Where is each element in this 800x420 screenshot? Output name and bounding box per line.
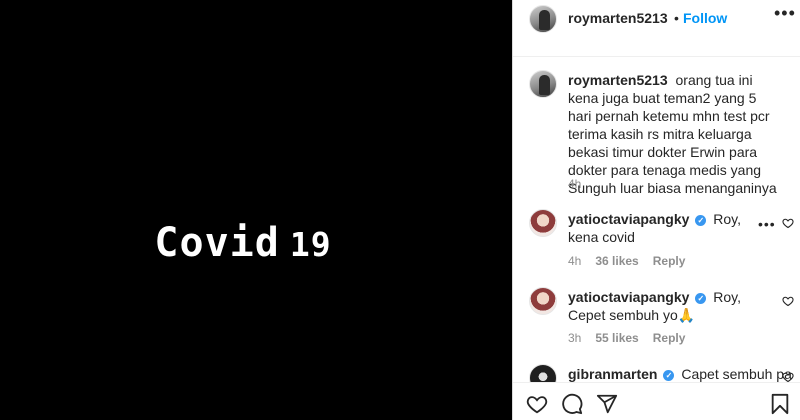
- comment-likes[interactable]: 55 likes: [595, 331, 638, 345]
- comment-reply-button[interactable]: Reply: [653, 331, 686, 345]
- comment-time[interactable]: 4h: [568, 254, 581, 268]
- caption: roymarten5213 orang tua ini kena juga bu…: [568, 71, 778, 197]
- post-header: roymarten5213 • Follow •••: [513, 0, 800, 57]
- comment-icon[interactable]: [560, 393, 584, 415]
- comment-avatar[interactable]: [529, 287, 557, 315]
- comment-username[interactable]: yatioctaviapangky: [568, 289, 689, 305]
- comment-time[interactable]: 3h: [568, 331, 581, 345]
- comment-item: yatioctaviapangky ✓ Roy, kena covid: [568, 210, 758, 246]
- bookmark-icon[interactable]: [769, 393, 791, 415]
- author-avatar[interactable]: [529, 5, 557, 33]
- comment-like-heart-icon[interactable]: [782, 217, 794, 229]
- comment-username[interactable]: gibranmarten: [568, 366, 657, 382]
- comment-meta: 4h 36 likes Reply: [568, 254, 685, 268]
- follow-button[interactable]: Follow: [683, 10, 727, 26]
- author-username[interactable]: roymarten5213: [568, 10, 668, 26]
- comment-like-heart-icon[interactable]: [782, 295, 794, 307]
- post-action-bar: [513, 382, 800, 420]
- share-icon[interactable]: [595, 393, 619, 415]
- verified-badge-icon: ✓: [695, 215, 707, 226]
- comment-meta: 3h 55 likes Reply: [568, 331, 685, 345]
- post-side-panel: roymarten5213 • Follow ••• roymarten5213…: [512, 0, 800, 420]
- caption-avatar[interactable]: [529, 70, 557, 98]
- comment-avatar[interactable]: [529, 364, 557, 382]
- comment-item: gibranmarten ✓ Capet sembuh pa: [568, 365, 792, 382]
- header-separator: •: [674, 10, 679, 26]
- caption-meta: 4h: [568, 177, 581, 191]
- comments-list[interactable]: roymarten5213 orang tua ini kena juga bu…: [513, 57, 800, 382]
- caption-username[interactable]: roymarten5213: [568, 72, 668, 88]
- comment-like-heart-icon[interactable]: [782, 371, 794, 382]
- comment-item: yatioctaviapangky ✓ Roy, Cepet sembuh yo🙏: [568, 288, 768, 324]
- media-caption-text: Covid 19: [154, 220, 331, 266]
- media-number: 19: [289, 225, 332, 264]
- more-horizontal-icon[interactable]: •••: [774, 3, 796, 24]
- comment-username[interactable]: yatioctaviapangky: [568, 211, 689, 227]
- caption-text: orang tua ini kena juga buat teman2 yang…: [568, 72, 777, 196]
- heart-icon[interactable]: [525, 393, 549, 415]
- comment-text: Capet sembuh pa: [681, 366, 792, 382]
- comment-more-icon[interactable]: •••: [758, 216, 776, 232]
- media-word: Covid: [154, 220, 280, 266]
- comment-reply-button[interactable]: Reply: [653, 254, 686, 268]
- verified-badge-icon: ✓: [663, 370, 675, 381]
- comment-likes[interactable]: 36 likes: [595, 254, 638, 268]
- caption-time[interactable]: 4h: [568, 177, 581, 191]
- comment-avatar[interactable]: [529, 209, 557, 237]
- post-media[interactable]: Covid 19: [0, 0, 512, 420]
- verified-badge-icon: ✓: [695, 293, 707, 304]
